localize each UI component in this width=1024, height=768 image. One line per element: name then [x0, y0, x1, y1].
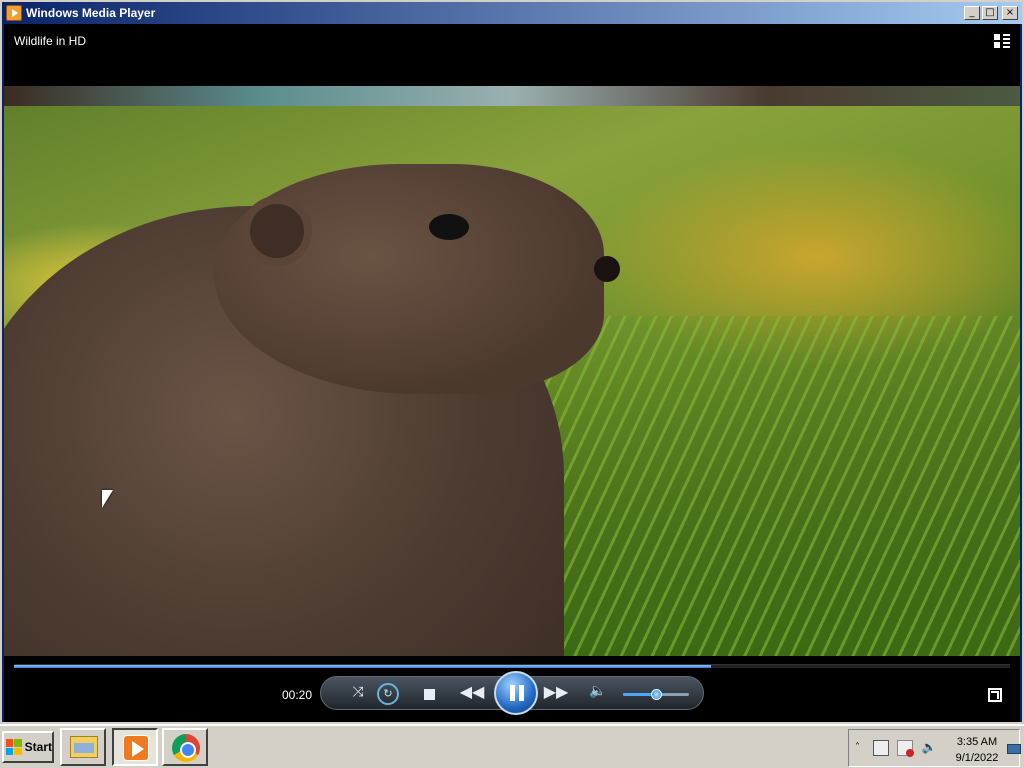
seek-bar-progress: [14, 665, 712, 668]
taskbar-file-explorer[interactable]: [60, 728, 106, 766]
mouse-cursor-icon: [102, 490, 113, 508]
action-center-icon[interactable]: [897, 740, 914, 757]
switch-to-library-button[interactable]: [988, 688, 1002, 702]
windows-media-player-icon: [123, 735, 149, 761]
seek-bar[interactable]: [14, 664, 1010, 668]
logo-tile: [6, 747, 14, 755]
switch-to-library-icon[interactable]: [994, 34, 1010, 48]
volume-slider-knob[interactable]: [651, 689, 662, 700]
close-button[interactable]: ×: [1002, 6, 1018, 20]
windows-logo-icon: [6, 739, 22, 755]
next-button[interactable]: ▶▶: [543, 682, 569, 701]
show-hidden-icons-button[interactable]: ˄: [855, 742, 860, 753]
player-area: Wildlife in HD 00:20 ⤨ ↻ ◀◀ ▶▶ 🔈: [4, 24, 1020, 722]
file-explorer-icon: [70, 736, 98, 758]
video-marmot-eye: [429, 214, 469, 240]
window-title: Windows Media Player: [26, 6, 156, 20]
start-label: Start: [24, 740, 52, 754]
taskbar: Start ˄ 🔈 3:35 AM 9/1/2022: [0, 724, 1024, 768]
minimize-button[interactable]: _: [964, 6, 980, 20]
chrome-icon: [172, 734, 200, 762]
video-surface[interactable]: [4, 86, 1020, 656]
show-desktop-icon[interactable]: [1007, 744, 1021, 754]
media-player-app-icon[interactable]: [6, 5, 22, 21]
previous-button[interactable]: ◀◀: [459, 682, 485, 701]
media-title: Wildlife in HD: [14, 34, 87, 48]
title-bar[interactable]: Windows Media Player _ □ ×: [2, 2, 1022, 24]
mute-button[interactable]: 🔈: [589, 683, 607, 699]
system-tray: ˄ 🔈 3:35 AM 9/1/2022: [848, 729, 1021, 767]
video-top-strip: [4, 86, 1020, 106]
video-marmot-nose: [594, 256, 620, 282]
logo-tile: [6, 739, 14, 747]
playback-controls: ⤨ ↻ ◀◀ ▶▶ 🔈: [320, 671, 704, 715]
desktop: Windows Media Player _ □ × Wildlife in H…: [0, 0, 1024, 768]
maximize-button[interactable]: □: [982, 6, 998, 20]
network-icon[interactable]: [873, 740, 889, 756]
speaker-icon[interactable]: 🔈: [921, 740, 937, 756]
video-marmot-ear: [242, 196, 312, 266]
video-grass: [500, 316, 1020, 656]
taskbar-chrome[interactable]: [162, 728, 208, 766]
repeat-button[interactable]: ↻: [377, 683, 399, 705]
pause-button[interactable]: [494, 671, 538, 715]
stop-button[interactable]: [424, 689, 435, 700]
logo-tile: [14, 739, 22, 747]
volume-slider[interactable]: [623, 689, 689, 700]
logo-tile: [14, 747, 22, 755]
clock-time[interactable]: 3:35 AM: [949, 736, 1005, 748]
taskbar-windows-media-player[interactable]: [112, 728, 158, 766]
current-time: 00:20: [282, 688, 313, 702]
clock-date[interactable]: 9/1/2022: [949, 752, 1005, 764]
media-player-window: Windows Media Player _ □ × Wildlife in H…: [0, 0, 1024, 724]
shuffle-button[interactable]: ⤨: [347, 684, 369, 704]
start-button[interactable]: Start: [2, 731, 54, 763]
